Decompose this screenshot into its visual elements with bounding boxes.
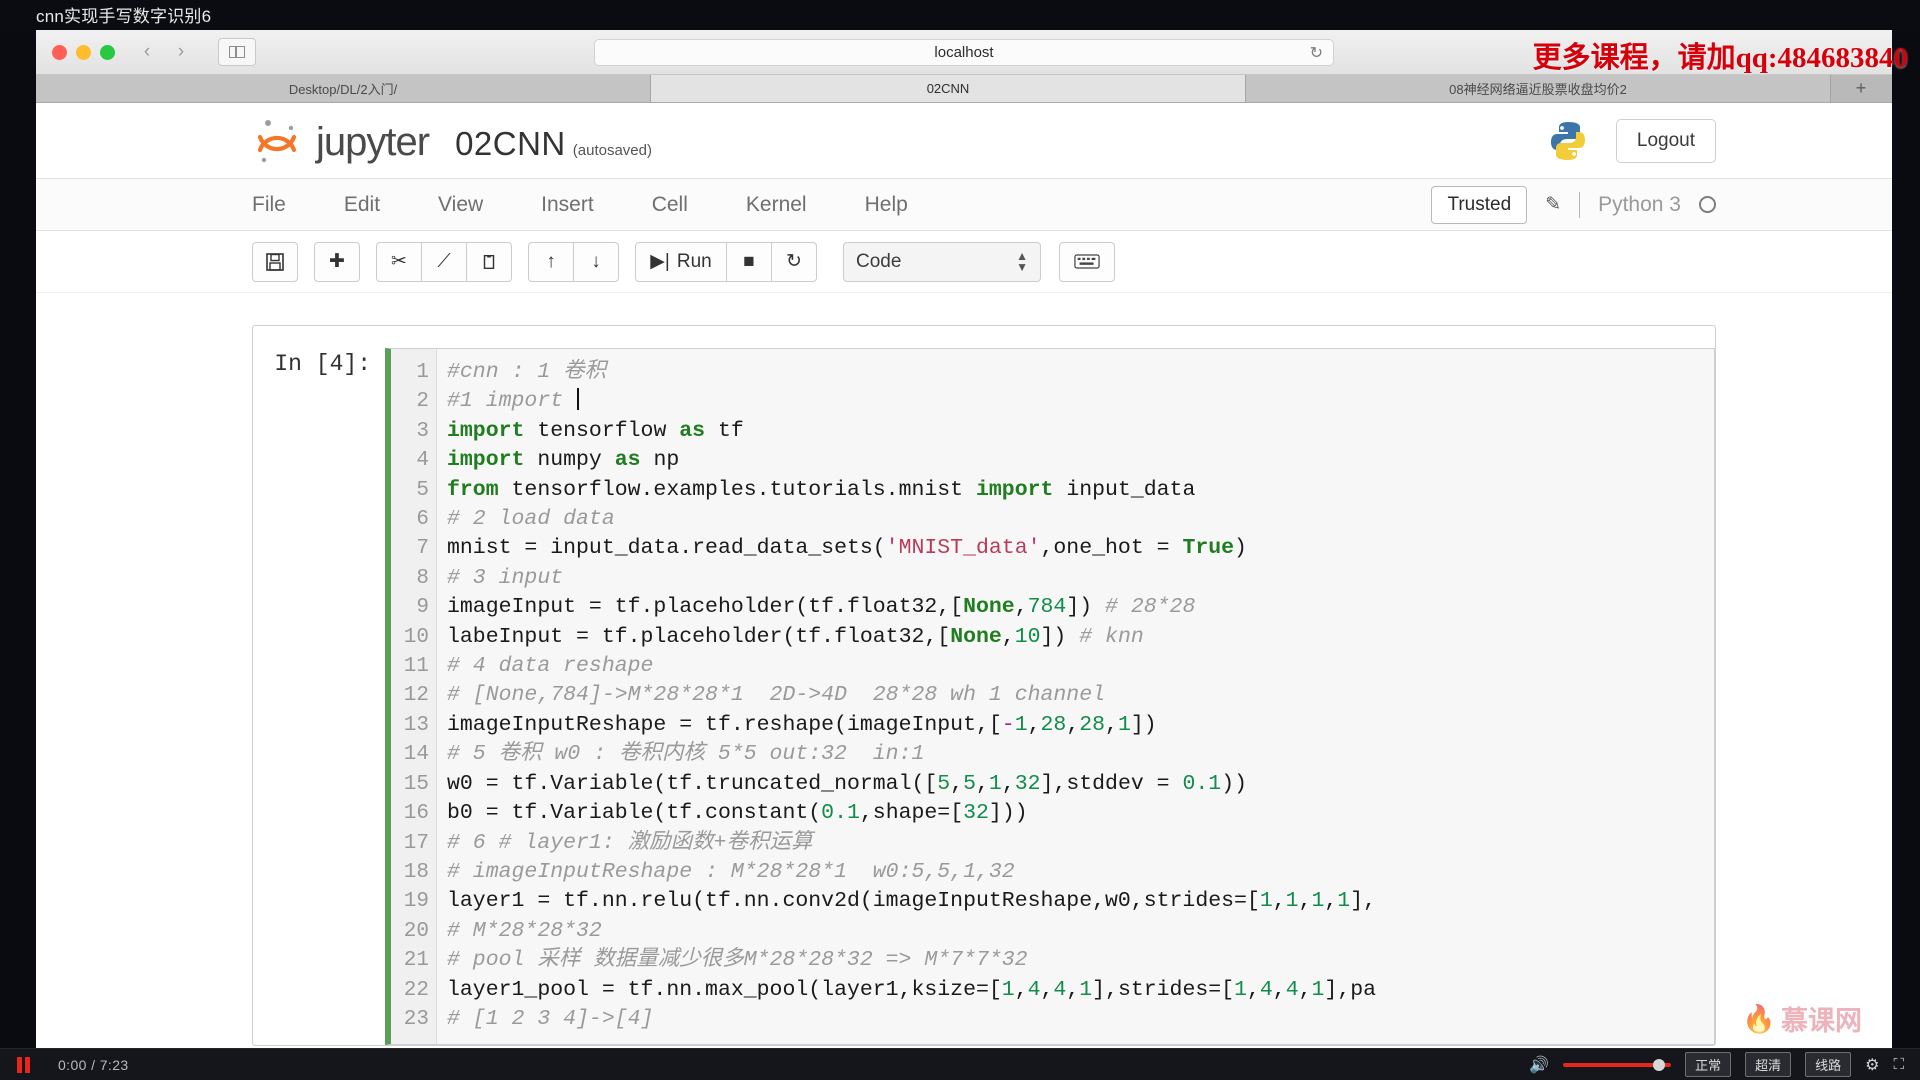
sidebar-toggle-icon[interactable] <box>218 38 256 66</box>
code-editor-lines[interactable]: #cnn : 1 卷积 #1 import import tensorflow … <box>437 349 1714 1045</box>
quality-hd-button[interactable]: 超清 <box>1745 1052 1792 1077</box>
back-icon[interactable]: ‹ <box>131 38 163 66</box>
logout-button[interactable]: Logout <box>1615 118 1716 163</box>
route-button[interactable]: 线路 <box>1805 1052 1852 1077</box>
notebook-title[interactable]: 02CNN <box>455 125 566 163</box>
autosave-status: (autosaved) <box>572 141 652 159</box>
run-icon: ▶| <box>650 251 670 272</box>
site-watermark: 🔥 慕课网 <box>1742 999 1862 1038</box>
menu-insert[interactable]: Insert <box>541 193 594 217</box>
browser-window: ‹ › localhost ↻ Desktop/DL/2入门/ 02CNN 08… <box>36 30 1892 1052</box>
menu-cell[interactable]: Cell <box>652 193 688 217</box>
notebook-body: In [4]: 1 2 3 4 5 6 7 8 9 10 11 12 13 14 15 16 17 18 19 20 2… <box>36 293 1892 1047</box>
kernel-idle-circle-icon <box>1699 196 1716 213</box>
minimize-window-button[interactable] <box>76 45 91 60</box>
menu-help[interactable]: Help <box>865 193 908 217</box>
notebook-code-cell[interactable]: In [4]: 1 2 3 4 5 6 7 8 9 10 11 12 13 14 15 16 17 18 19 20 2… <box>252 325 1716 1047</box>
cut-icon[interactable]: ✂ <box>376 241 422 282</box>
video-title: cnn实现手写数字识别6 <box>0 0 1920 33</box>
quality-normal-button[interactable]: 正常 <box>1685 1052 1732 1077</box>
pause-button[interactable] <box>6 1056 40 1073</box>
jupyter-logo-icon[interactable] <box>252 117 302 165</box>
menu-view[interactable]: View <box>438 193 483 217</box>
browser-tab-2-label: 02CNN <box>926 81 970 96</box>
browser-tab-strip: Desktop/DL/2入门/ 02CNN 08神经网络逼近股票收盘均价2 + <box>36 75 1892 103</box>
run-button-label: Run <box>676 250 712 272</box>
chevron-updown-icon: ▲ ▼ <box>1016 249 1028 274</box>
stop-icon[interactable]: ■ <box>726 241 772 282</box>
navigation-buttons: ‹ › <box>131 38 197 66</box>
jupyter-notebook-page: jupyter 02CNN (autosaved) Logout File Ed… <box>36 103 1892 1052</box>
add-cell-icon[interactable]: ✚ <box>314 241 360 282</box>
close-window-button[interactable] <box>52 45 67 60</box>
browser-tab-1[interactable]: Desktop/DL/2入门/ <box>36 75 651 102</box>
save-icon[interactable] <box>252 241 298 282</box>
menu-file[interactable]: File <box>252 193 286 217</box>
copy-icon[interactable]: ⟋ <box>421 241 467 282</box>
python-logo-icon <box>1546 119 1590 163</box>
zoom-window-button[interactable] <box>100 45 115 60</box>
player-control-bar: 0:00 / 7:23 🔊 正常 超清 线路 ⚙ ⛶ <box>0 1048 1920 1080</box>
cell-type-select[interactable]: Code ▲ ▼ <box>843 241 1041 282</box>
volume-knob[interactable] <box>1653 1058 1666 1071</box>
keyboard-icon[interactable] <box>1059 241 1115 282</box>
browser-tab-3[interactable]: 08神经网络逼近股票收盘均价2 <box>1246 75 1831 102</box>
video-player: cnn实现手写数字识别6 ‹ › localhost ↻ Desktop/DL/… <box>0 0 1920 1080</box>
jupyter-menu-bar: File Edit View Insert Cell Kernel Help T… <box>36 179 1892 231</box>
reload-icon[interactable]: ↻ <box>1310 43 1323 63</box>
jupyter-brand[interactable]: jupyter <box>316 120 430 165</box>
paste-icon[interactable] <box>466 241 512 282</box>
flame-icon: 🔥 <box>1742 1003 1776 1034</box>
gear-icon[interactable]: ⚙ <box>1865 1055 1879 1075</box>
divider <box>1579 191 1581 218</box>
new-tab-button[interactable]: + <box>1831 75 1891 102</box>
jupyter-toolbar: ✚ ✂ ⟋ ↑ ↓ ▶| Run ■ ↻ Code ▲ ▼ <box>36 231 1892 293</box>
address-bar[interactable]: localhost ↻ <box>594 39 1334 66</box>
browser-tab-3-label: 08神经网络逼近股票收盘均价2 <box>1449 82 1627 97</box>
forward-icon[interactable]: › <box>165 38 197 66</box>
menu-edit[interactable]: Edit <box>344 193 380 217</box>
move-up-icon[interactable]: ↑ <box>528 241 574 282</box>
line-number-gutter: 1 2 3 4 5 6 7 8 9 10 11 12 13 14 15 16 17 18 19 20 21 22 23 <box>391 349 437 1045</box>
trusted-badge[interactable]: Trusted <box>1431 185 1528 224</box>
cell-prompt: In [4]: <box>274 351 371 377</box>
window-traffic-lights <box>52 45 115 60</box>
cell-input-area[interactable]: 1 2 3 4 5 6 7 8 9 10 11 12 13 14 15 16 17 18 19 20 21 22 23 #c… <box>385 348 1715 1046</box>
browser-tab-1-label: Desktop/DL/2入门/ <box>288 82 398 97</box>
move-down-icon[interactable]: ↓ <box>573 241 619 282</box>
run-button[interactable]: ▶| Run <box>635 241 727 282</box>
browser-tab-2[interactable]: 02CNN <box>651 75 1246 102</box>
fullscreen-icon[interactable]: ⛶ <box>1893 1056 1904 1073</box>
promo-overlay-text: 更多课程，请加qq:484683840 <box>1532 42 1908 74</box>
restart-icon[interactable]: ↻ <box>771 241 817 282</box>
pencil-icon: ✎ <box>1545 194 1562 215</box>
jupyter-header: jupyter 02CNN (autosaved) Logout <box>36 103 1892 179</box>
address-bar-text: localhost <box>934 44 994 61</box>
kernel-name-label: Python 3 <box>1598 192 1681 216</box>
cell-type-value: Code <box>856 250 902 272</box>
timecode-label: 0:00 / 7:23 <box>58 1056 129 1073</box>
text-cursor <box>577 388 580 411</box>
speaker-icon[interactable]: 🔊 <box>1529 1055 1549 1075</box>
watermark-label: 慕课网 <box>1781 1006 1862 1036</box>
menu-kernel[interactable]: Kernel <box>746 193 807 217</box>
volume-slider[interactable] <box>1563 1057 1672 1073</box>
